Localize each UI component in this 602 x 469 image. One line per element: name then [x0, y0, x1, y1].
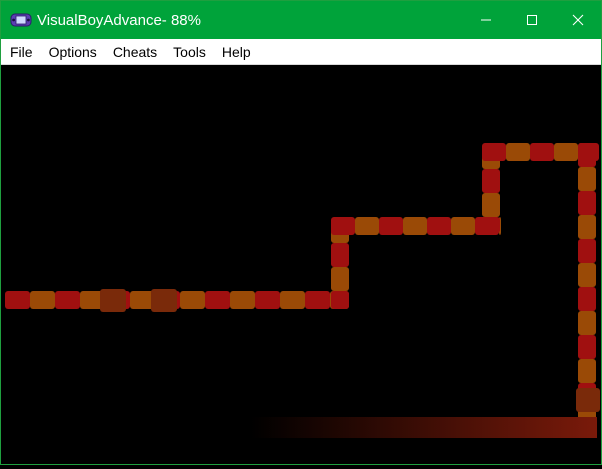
maximize-button[interactable]	[509, 1, 555, 39]
track-marker	[151, 289, 177, 312]
track-segment	[451, 217, 475, 235]
track-segment	[578, 287, 596, 311]
emulator-window: VisualBoyAdvance- 88% File Options Cheat…	[0, 0, 602, 465]
track-segment	[205, 291, 230, 309]
minimize-icon	[481, 19, 491, 21]
track-segment	[578, 311, 596, 335]
gameboy-advance-icon	[10, 13, 32, 27]
track-segment	[554, 143, 578, 161]
game-screen[interactable]	[1, 65, 601, 464]
title-bar[interactable]: VisualBoyAdvance- 88%	[1, 1, 601, 39]
track-segment	[331, 217, 355, 235]
track-segment	[180, 291, 205, 309]
track-segment	[578, 215, 596, 239]
track-segment	[578, 143, 596, 167]
track-segment	[482, 217, 500, 233]
track-segment	[578, 263, 596, 287]
track-segment	[482, 143, 506, 161]
track-segment	[331, 267, 349, 291]
track-segment	[331, 243, 349, 267]
track-corner	[576, 388, 600, 412]
track-segment	[578, 335, 596, 359]
menu-options[interactable]: Options	[41, 44, 105, 60]
window-title: VisualBoyAdvance- 88%	[37, 11, 201, 29]
track-segment	[5, 291, 30, 309]
menu-help[interactable]: Help	[214, 44, 259, 60]
track-marker	[100, 289, 126, 312]
track-segment	[482, 169, 500, 193]
track-segment	[578, 167, 596, 191]
track-segment	[305, 291, 330, 309]
maximize-icon	[527, 15, 537, 25]
close-button[interactable]	[555, 1, 601, 39]
track-segment	[55, 291, 80, 309]
menu-cheats[interactable]: Cheats	[105, 44, 165, 60]
track-segment	[30, 291, 55, 309]
track-segment	[506, 143, 530, 161]
track-segment	[578, 359, 596, 383]
close-icon	[572, 14, 584, 26]
track-segment	[379, 217, 403, 235]
track-segment	[578, 191, 596, 215]
track-segment	[331, 291, 349, 309]
window-controls	[463, 1, 601, 39]
track-segment	[530, 143, 554, 161]
track-segment	[280, 291, 305, 309]
track-segment	[355, 217, 379, 235]
track-segment	[230, 291, 255, 309]
track-fade-segment	[251, 417, 597, 438]
track-segment	[482, 193, 500, 217]
menu-tools[interactable]: Tools	[165, 44, 214, 60]
track-segment	[403, 217, 427, 235]
track-segment	[255, 291, 280, 309]
track-segment	[578, 239, 596, 263]
menu-bar: File Options Cheats Tools Help	[1, 39, 601, 65]
game-track	[5, 143, 600, 438]
track-segment	[427, 217, 451, 235]
minimize-button[interactable]	[463, 1, 509, 39]
menu-file[interactable]: File	[1, 44, 41, 60]
